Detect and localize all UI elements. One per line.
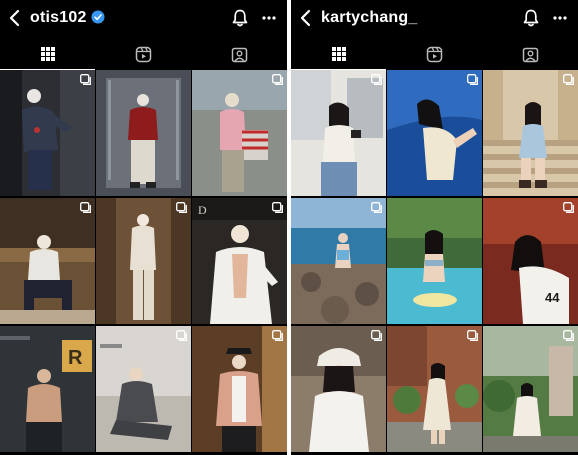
- post-thumbnail[interactable]: [291, 70, 386, 196]
- post-image: [0, 70, 95, 196]
- svg-text:D: D: [198, 203, 207, 217]
- post-thumbnail[interactable]: [483, 326, 578, 452]
- post-image: [96, 70, 191, 196]
- post-image: [192, 326, 287, 452]
- tagged-icon: [231, 47, 248, 62]
- multiple-photos-icon: [272, 330, 283, 341]
- post-thumbnail[interactable]: [0, 198, 95, 324]
- username-text: otis102: [30, 9, 87, 26]
- multiple-photos-icon: [467, 74, 478, 85]
- reels-icon: [426, 46, 443, 62]
- right-profile-panel: kartychang_ 44: [291, 0, 578, 455]
- post-thumbnail[interactable]: [483, 70, 578, 196]
- post-image: [387, 198, 482, 324]
- multiple-photos-icon: [176, 202, 187, 213]
- profile-header: otis102: [0, 0, 287, 38]
- tagged-icon: [522, 47, 539, 62]
- back-arrow-icon[interactable]: [297, 8, 315, 28]
- grid-icon: [40, 47, 55, 61]
- post-thumbnail[interactable]: [0, 70, 95, 196]
- post-thumbnail[interactable]: [96, 70, 191, 196]
- posts-grid: 44: [291, 70, 578, 455]
- post-thumbnail[interactable]: [192, 70, 287, 196]
- profile-username: kartychang_: [321, 9, 417, 27]
- username-text: kartychang_: [321, 9, 418, 26]
- post-thumbnail[interactable]: [96, 326, 191, 452]
- post-image: R: [0, 326, 95, 452]
- post-thumbnail[interactable]: [387, 198, 482, 324]
- svg-text:R: R: [68, 347, 83, 369]
- post-thumbnail[interactable]: R: [0, 326, 95, 452]
- post-thumbnail[interactable]: [291, 326, 386, 452]
- multiple-photos-icon: [272, 202, 283, 213]
- post-image: [96, 326, 191, 452]
- profile-header: kartychang_: [291, 0, 578, 38]
- profile-tabs: [291, 38, 578, 70]
- tab-posts-grid[interactable]: [291, 38, 386, 70]
- posts-grid: D R: [0, 70, 287, 455]
- post-image: [291, 198, 386, 324]
- multiple-photos-icon: [371, 74, 382, 85]
- notifications-bell-icon[interactable]: [231, 8, 249, 28]
- post-thumbnail[interactable]: 44: [483, 198, 578, 324]
- post-image: [291, 70, 386, 196]
- multiple-photos-icon: [80, 202, 91, 213]
- grid-icon: [331, 47, 346, 61]
- svg-text:44: 44: [545, 290, 560, 305]
- post-image: [0, 198, 95, 324]
- multiple-photos-icon: [563, 202, 574, 213]
- post-thumbnail[interactable]: D: [192, 198, 287, 324]
- left-profile-panel: otis102 D R: [0, 0, 287, 455]
- tab-reels[interactable]: [96, 38, 191, 70]
- back-arrow-icon[interactable]: [6, 8, 24, 28]
- post-thumbnail[interactable]: [387, 326, 482, 452]
- post-image: [483, 70, 578, 196]
- tab-reels[interactable]: [387, 38, 482, 70]
- multiple-photos-icon: [80, 74, 91, 85]
- post-thumbnail[interactable]: [387, 70, 482, 196]
- multiple-photos-icon: [272, 74, 283, 85]
- multiple-photos-icon: [467, 330, 478, 341]
- tab-tagged[interactable]: [483, 38, 578, 70]
- multiple-photos-icon: [563, 74, 574, 85]
- multiple-photos-icon: [371, 330, 382, 341]
- tab-tagged[interactable]: [192, 38, 287, 70]
- post-thumbnail[interactable]: [192, 326, 287, 452]
- post-thumbnail[interactable]: [96, 198, 191, 324]
- post-image: [96, 198, 191, 324]
- post-thumbnail[interactable]: [291, 198, 386, 324]
- multiple-photos-icon: [176, 330, 187, 341]
- post-image: [387, 326, 482, 452]
- more-options-icon[interactable]: [261, 10, 277, 26]
- tab-posts-grid[interactable]: [0, 38, 95, 70]
- post-image: 44: [483, 198, 578, 324]
- multiple-photos-icon: [563, 330, 574, 341]
- profile-tabs: [0, 38, 287, 70]
- profile-username: otis102: [30, 9, 105, 27]
- post-image: D: [192, 198, 287, 324]
- more-options-icon[interactable]: [552, 10, 568, 26]
- reels-icon: [135, 46, 152, 62]
- post-image: [291, 326, 386, 452]
- post-image: [192, 70, 287, 196]
- post-image: [483, 326, 578, 452]
- multiple-photos-icon: [371, 202, 382, 213]
- verified-badge-icon: [91, 10, 105, 24]
- post-image: [387, 70, 482, 196]
- notifications-bell-icon[interactable]: [522, 8, 540, 28]
